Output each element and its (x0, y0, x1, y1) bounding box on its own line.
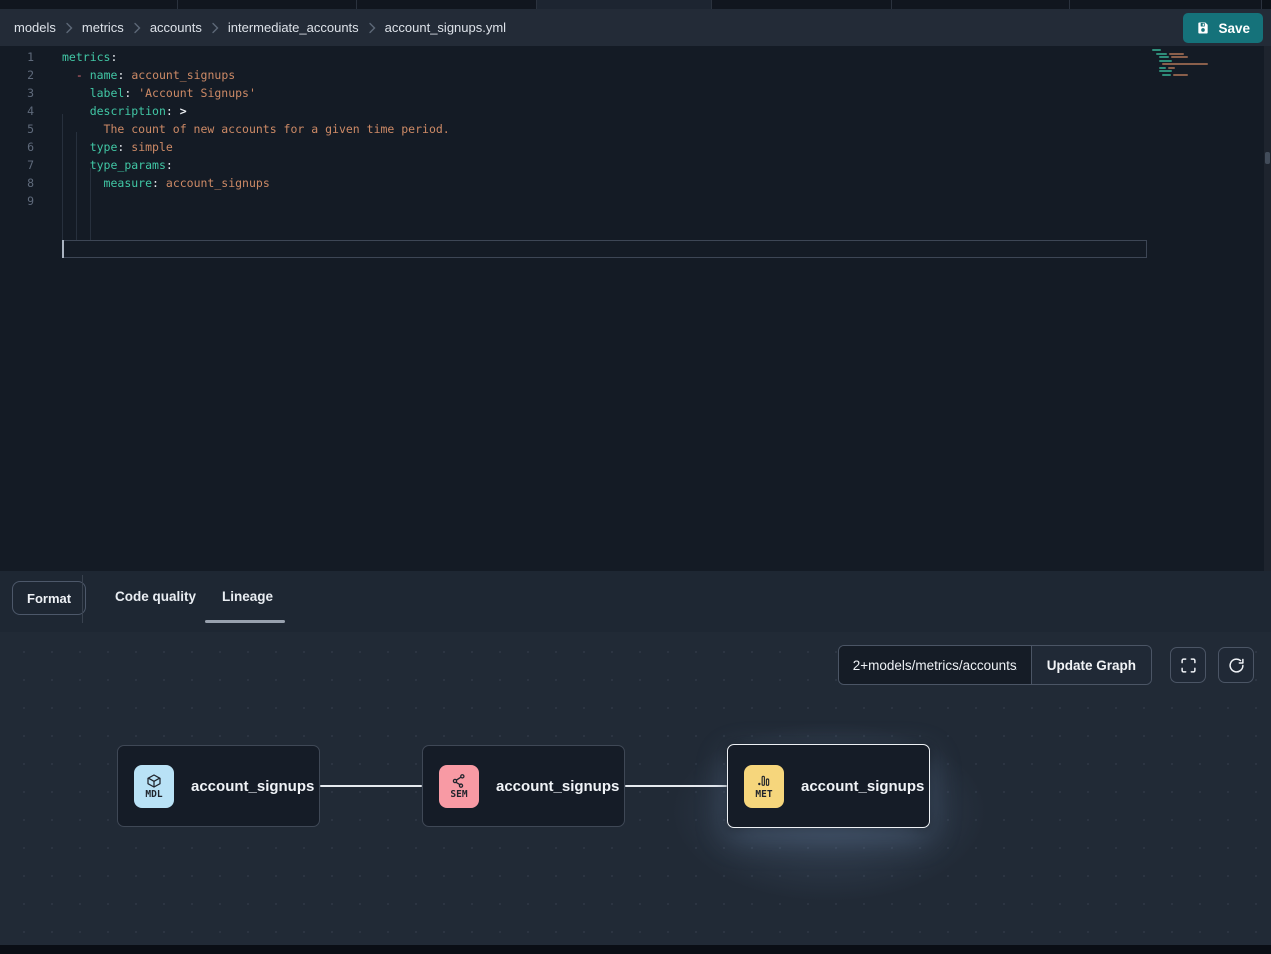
code-editor[interactable]: 1metrics:2 - name: account_signups3 labe… (0, 46, 1271, 571)
code-text: type_params: (62, 156, 173, 174)
refresh-icon (1228, 657, 1245, 674)
node-label: account_signups (496, 778, 619, 795)
lineage-node-semantic-model[interactable]: SEM account_signups (422, 745, 625, 827)
model-badge: MDL (134, 765, 174, 808)
update-graph-button[interactable]: Update Graph (1031, 646, 1151, 684)
line-number: 4 (0, 102, 34, 120)
line-number: 1 (0, 48, 34, 66)
code-line[interactable]: 2 - name: account_signups (0, 66, 1150, 84)
code-text: - name: account_signups (62, 66, 235, 84)
lineage-selector-group: Update Graph (838, 645, 1152, 685)
code-text: metrics: (62, 48, 117, 66)
indent-guide (76, 132, 77, 240)
bottom-panel-bar: Format Code quality Lineage (0, 571, 1271, 632)
code-line[interactable]: 1 metrics: (0, 48, 1150, 66)
line-number: 5 (0, 120, 34, 138)
badge-label: SEM (450, 790, 467, 800)
panel-divider (82, 575, 83, 623)
save-button[interactable]: Save (1183, 13, 1263, 43)
editor-scrollbar[interactable] (1264, 46, 1271, 571)
code-text: The count of new accounts for a given ti… (62, 120, 450, 138)
tab-strip-filler (1262, 0, 1271, 9)
node-label: account_signups (801, 778, 924, 795)
refresh-button[interactable] (1218, 647, 1254, 683)
metric-badge: MET (744, 765, 784, 808)
save-button-label: Save (1218, 21, 1250, 36)
code-line[interactable]: 8 measure: account_signups (0, 174, 1150, 192)
breadcrumb-item-models[interactable]: models (14, 20, 56, 35)
breadcrumb-item-metrics[interactable]: metrics (82, 20, 124, 35)
file-tab[interactable] (892, 0, 1070, 9)
node-label: account_signups (191, 778, 314, 795)
format-button[interactable]: Format (12, 581, 86, 615)
scrollbar-thumb[interactable] (1265, 152, 1270, 164)
code-lines: 1metrics:2 - name: account_signups3 labe… (0, 48, 1150, 210)
ide-screen: models metrics accounts intermediate_acc… (0, 0, 1271, 954)
lineage-edge (320, 785, 422, 787)
code-line[interactable]: 6 type: simple (0, 138, 1150, 156)
code-text: description: > (62, 102, 187, 120)
network-icon (451, 773, 467, 789)
code-text: measure: account_signups (62, 174, 270, 192)
bottom-edge-bar (0, 945, 1271, 954)
lineage-node-metric-selected[interactable]: MET account_signups (727, 744, 930, 828)
file-tab[interactable] (1070, 0, 1262, 9)
badge-label: MDL (145, 790, 162, 800)
lineage-edge (625, 785, 727, 787)
indent-guide (90, 168, 91, 240)
code-line[interactable]: 7 type_params: (0, 156, 1150, 174)
badge-label: MET (755, 790, 772, 800)
cube-icon (146, 773, 162, 789)
code-line[interactable]: 9 (0, 192, 1150, 210)
file-tab-active[interactable] (537, 0, 712, 9)
file-tab[interactable] (357, 0, 537, 9)
file-tab-strip (0, 0, 1271, 9)
bar-chart-icon (756, 773, 772, 789)
line-number: 8 (0, 174, 34, 192)
chevron-right-icon (133, 22, 141, 34)
file-tab[interactable] (0, 0, 178, 9)
active-tab-underline (205, 620, 285, 623)
chevron-right-icon (368, 22, 376, 34)
breadcrumb-item-file: account_signups.yml (385, 20, 506, 35)
code-text: type: simple (62, 138, 173, 156)
lineage-canvas[interactable]: Update Graph MDL account_signups (0, 632, 1271, 945)
code-text: label: 'Account Signups' (62, 84, 256, 102)
floppy-disk-icon (1196, 21, 1210, 35)
chevron-right-icon (211, 22, 219, 34)
breadcrumb-item-accounts[interactable]: accounts (150, 20, 202, 35)
file-tab[interactable] (712, 0, 892, 9)
semantic-model-badge: SEM (439, 765, 479, 808)
file-tab[interactable] (178, 0, 357, 9)
code-line[interactable]: 5 The count of new accounts for a given … (0, 120, 1150, 138)
tab-code-quality[interactable]: Code quality (115, 589, 196, 604)
indent-guide (62, 114, 63, 240)
fullscreen-button[interactable] (1170, 647, 1206, 683)
maximize-icon (1180, 657, 1197, 674)
tab-lineage[interactable]: Lineage (222, 589, 273, 604)
breadcrumb-item-intermediate-accounts[interactable]: intermediate_accounts (228, 20, 359, 35)
minimap[interactable] (1152, 49, 1262, 77)
lineage-selector-input[interactable] (839, 646, 1031, 684)
line-number: 6 (0, 138, 34, 156)
line-number: 7 (0, 156, 34, 174)
breadcrumb-bar: models metrics accounts intermediate_acc… (0, 9, 1271, 46)
current-line-highlight (62, 240, 1147, 258)
code-line[interactable]: 3 label: 'Account Signups' (0, 84, 1150, 102)
chevron-right-icon (65, 22, 73, 34)
line-number: 9 (0, 192, 34, 210)
line-number: 2 (0, 66, 34, 84)
line-number: 3 (0, 84, 34, 102)
text-cursor (62, 240, 64, 258)
code-line[interactable]: 4 description: > (0, 102, 1150, 120)
lineage-node-model[interactable]: MDL account_signups (117, 745, 320, 827)
